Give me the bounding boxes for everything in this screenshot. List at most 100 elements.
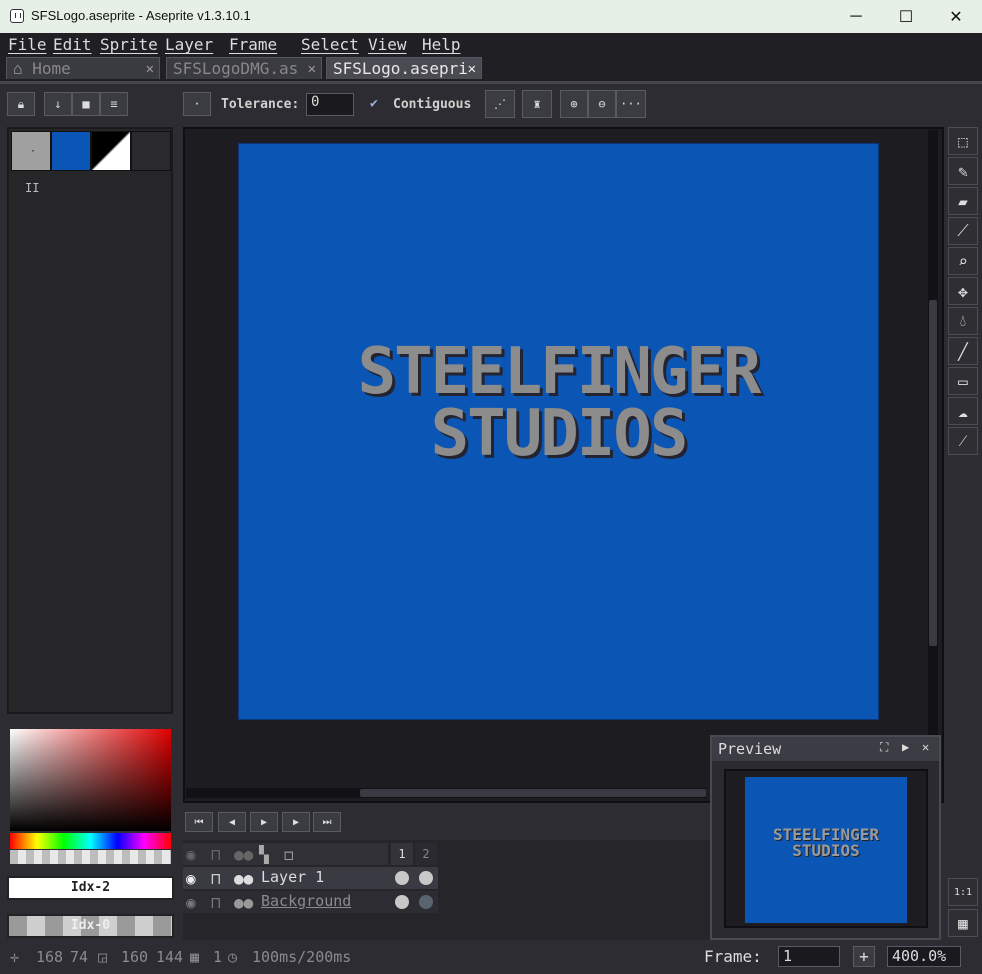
- eye-icon[interactable]: ◉: [186, 845, 196, 864]
- last-frame-button[interactable]: ⏭: [313, 812, 341, 832]
- close-button[interactable]: ✕: [932, 0, 980, 33]
- swatch[interactable]: [51, 131, 91, 171]
- zoom-tool[interactable]: ⌕: [948, 247, 978, 275]
- minimize-button[interactable]: ─: [832, 0, 880, 33]
- swatch[interactable]: [91, 131, 131, 171]
- tab-close-icon[interactable]: ✕: [468, 58, 476, 80]
- continuous-icon[interactable]: ●●: [234, 845, 253, 864]
- timeline-toggle-button[interactable]: ▦: [948, 909, 978, 937]
- ink-button[interactable]: ♜: [522, 90, 552, 118]
- contiguous-checkbox[interactable]: ✔: [370, 96, 378, 111]
- preview-window: Preview ⛶ ▶ ✕ STEELFINGER STUDIOS: [710, 735, 941, 940]
- menu-icon: ≡: [110, 97, 118, 111]
- menu-frame[interactable]: Frame: [229, 35, 277, 54]
- layer-row[interactable]: ◉ ⊓ ●● Layer 1: [183, 867, 438, 889]
- menu-view[interactable]: View: [368, 35, 407, 54]
- frame-header-1[interactable]: 1: [391, 843, 413, 865]
- tab-sfslogodmg[interactable]: SFSLogoDMG.as ✕: [166, 57, 322, 79]
- frame-input[interactable]: 1: [778, 946, 840, 967]
- play-button[interactable]: ▶: [250, 812, 278, 832]
- blur-tool[interactable]: ☁: [948, 397, 978, 425]
- tab-close-icon[interactable]: ✕: [308, 58, 316, 80]
- pixel-connectivity-button[interactable]: ⋰: [485, 90, 515, 118]
- menu-sprite[interactable]: Sprite: [100, 35, 158, 54]
- swatch[interactable]: [131, 131, 171, 171]
- continuous-icon[interactable]: ●●: [234, 893, 253, 912]
- unlock-icon[interactable]: ⊓: [211, 893, 221, 912]
- play-icon[interactable]: ▶: [902, 740, 909, 754]
- next-frame-button[interactable]: ▶: [282, 812, 310, 832]
- move-tool[interactable]: ✥: [948, 277, 978, 305]
- palette-download-button[interactable]: ↓: [44, 92, 72, 116]
- hue-slider[interactable]: [10, 833, 171, 849]
- tab-home[interactable]: ⌂ Home ✕: [6, 57, 160, 79]
- layer-group-icon[interactable]: ▚: [259, 845, 269, 864]
- cel-1[interactable]: [395, 895, 409, 909]
- palette-resize-marker[interactable]: II: [25, 181, 39, 195]
- brush-size-button[interactable]: ·: [183, 92, 211, 116]
- vertical-scrollbar-thumb[interactable]: [929, 300, 937, 646]
- tolerance-input[interactable]: 0: [306, 93, 354, 116]
- frame-header-2[interactable]: 2: [415, 843, 437, 865]
- color-saturation-picker[interactable]: [10, 729, 171, 831]
- line-tool[interactable]: ╱: [948, 337, 978, 365]
- continuous-icon[interactable]: ●●: [234, 869, 253, 888]
- maximize-button[interactable]: ☐: [882, 0, 930, 33]
- move-icon: ✥: [958, 281, 968, 301]
- symmetry-horizontal-button[interactable]: ⊖: [588, 90, 616, 118]
- sprite-height: 144: [156, 948, 184, 966]
- previous-frame-button[interactable]: ◀: [218, 812, 246, 832]
- menu-layer[interactable]: Layer: [165, 35, 213, 54]
- ink-icon: ♜: [533, 97, 541, 111]
- symmetry-vertical-button[interactable]: ⊕: [560, 90, 588, 118]
- unlock-icon[interactable]: ⊓: [211, 869, 221, 888]
- layer-name[interactable]: Layer 1: [261, 868, 324, 886]
- contiguous-label: Contiguous: [393, 97, 472, 112]
- menu-select[interactable]: Select: [301, 35, 359, 54]
- last-frame-icon: ⏭: [322, 816, 332, 828]
- rectangle-tool[interactable]: ▭: [948, 367, 978, 395]
- onion-skin-icon[interactable]: ◻: [284, 845, 294, 864]
- foreground-color-field[interactable]: Idx-2: [7, 876, 174, 900]
- marquee-tool[interactable]: ⬚: [948, 127, 978, 155]
- zoom-reset-button[interactable]: 1:1: [948, 878, 978, 906]
- layer-name[interactable]: Background: [261, 892, 351, 910]
- palette-save-button[interactable]: ■: [72, 92, 100, 116]
- eraser-tool[interactable]: ▰: [948, 187, 978, 215]
- more-options-button[interactable]: ···: [616, 90, 646, 118]
- current-frame: 1: [213, 948, 223, 966]
- eye-icon[interactable]: ◉: [186, 869, 196, 888]
- pencil-tool[interactable]: ✎: [948, 157, 978, 185]
- fit-screen-icon[interactable]: ⛶: [880, 740, 888, 755]
- fill-tool[interactable]: 💧︎: [948, 307, 978, 335]
- lock-icon[interactable]: ⊓: [211, 845, 221, 864]
- eye-icon[interactable]: ◉: [186, 893, 196, 912]
- filters-tool[interactable]: ⁄: [948, 427, 978, 455]
- eyedropper-tool[interactable]: ⟋: [948, 217, 978, 245]
- frame-icon: ▦: [190, 948, 200, 966]
- close-icon[interactable]: ✕: [922, 740, 929, 754]
- cursor-x: 168: [36, 948, 64, 966]
- alpha-slider[interactable]: [10, 850, 171, 864]
- cel-2[interactable]: [419, 895, 433, 909]
- next-frame-icon: ▶: [292, 816, 300, 828]
- tab-sfslogo[interactable]: SFSLogo.asepri ✕: [326, 57, 482, 79]
- horizontal-scrollbar-thumb[interactable]: [360, 789, 706, 797]
- first-frame-button[interactable]: ⏮: [185, 812, 213, 832]
- menu-file[interactable]: File: [8, 35, 47, 54]
- menu-help[interactable]: Help: [422, 35, 461, 54]
- tab-close-icon[interactable]: ✕: [146, 58, 154, 80]
- palette-lock-button[interactable]: 🔒︎: [7, 92, 35, 116]
- background-color-field[interactable]: Idx-0: [7, 914, 174, 938]
- pencil-icon: ✎: [958, 161, 968, 181]
- cel-1[interactable]: [395, 871, 409, 885]
- new-frame-button[interactable]: +: [853, 946, 875, 967]
- swatch[interactable]: ·: [11, 131, 51, 171]
- cel-2[interactable]: [419, 871, 433, 885]
- palette-menu-button[interactable]: ≡: [100, 92, 128, 116]
- layer-row[interactable]: ◉ ⊓ ●● Background: [183, 891, 438, 913]
- sprite-canvas[interactable]: STEELFINGER STUDIOS: [238, 143, 879, 720]
- zoom-input[interactable]: 400.0%: [887, 946, 961, 967]
- eraser-icon: ▰: [958, 191, 968, 211]
- menu-edit[interactable]: Edit: [53, 35, 92, 54]
